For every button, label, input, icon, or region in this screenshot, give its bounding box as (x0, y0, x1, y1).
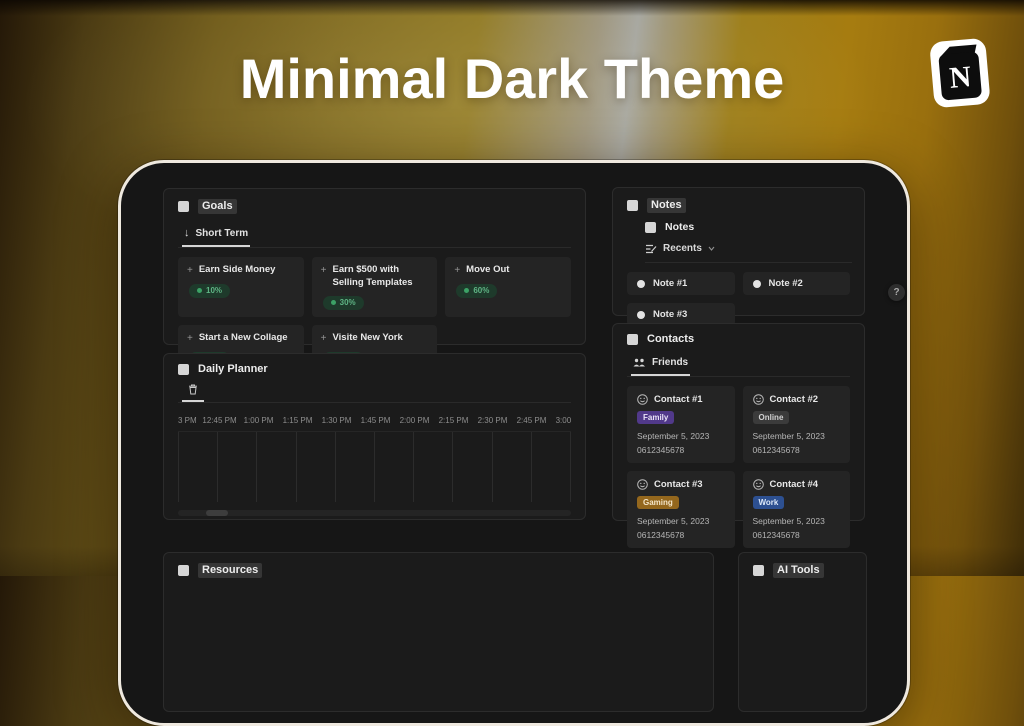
progress-badge: 60% (456, 284, 497, 298)
scrollbar-thumb[interactable] (206, 510, 228, 516)
tab-friends[interactable]: Friends (631, 357, 690, 376)
contacts-title: Contacts (647, 334, 694, 345)
page-title: Minimal Dark Theme (240, 46, 785, 111)
dot-icon (464, 288, 469, 293)
contact-card[interactable]: Contact #2 Online September 5, 2023 0612… (743, 386, 851, 463)
contact-name: Contact #2 (770, 394, 819, 405)
list-edit-icon (645, 244, 657, 254)
goals-panel: Goals ↓ Short Term +Earn Side Money 10% … (163, 188, 586, 345)
contact-phone: 0612345678 (637, 530, 725, 540)
contact-card[interactable]: Contact #4 Work September 5, 2023 061234… (743, 471, 851, 548)
note-label: Note #2 (769, 278, 803, 289)
goal-title: Earn Side Money (199, 264, 276, 278)
contact-phone: 0612345678 (637, 445, 725, 455)
notes-list-checkbox-icon[interactable] (645, 222, 656, 233)
contact-tag: Work (753, 496, 785, 509)
plus-icon: + (321, 332, 327, 346)
goal-title: Start a New Collage (199, 332, 288, 346)
notion-dashboard-tablet: Goals ↓ Short Term +Earn Side Money 10% … (118, 160, 910, 726)
goal-card[interactable]: + Move Out 60% (445, 257, 571, 317)
contact-tag: Gaming (637, 496, 679, 509)
contact-date: September 5, 2023 (753, 431, 841, 441)
tab-friends-label: Friends (652, 357, 688, 368)
plus-icon: + (454, 264, 460, 278)
goal-card[interactable]: + Earn Side Money 10% (178, 257, 304, 317)
notes-panel: Notes Notes Recents Note #1 Note #2 (612, 187, 865, 316)
contact-tag: Online (753, 411, 790, 424)
timeline-scrollbar[interactable] (178, 510, 571, 516)
timeline-labels: 3 PM 12:45 PM 1:00 PM 1:15 PM 1:30 PM 1:… (178, 416, 571, 425)
contact-name: Contact #1 (654, 394, 703, 405)
contact-name: Contact #4 (770, 479, 819, 490)
plus-icon: + (187, 264, 193, 278)
people-icon (633, 358, 646, 367)
notes-title: Notes (647, 198, 686, 213)
chevron-down-icon (708, 246, 715, 251)
ai-tools-panel: AI Tools (738, 552, 867, 712)
resources-panel: Resources (163, 552, 714, 712)
note-label: Note #3 (653, 309, 687, 320)
notes-view-selector[interactable]: Recents (645, 243, 852, 263)
contact-name: Contact #3 (654, 479, 703, 490)
smiley-icon (753, 479, 764, 490)
planner-checkbox-icon[interactable] (178, 364, 189, 375)
progress-badge: 10% (189, 284, 230, 298)
smiley-icon (753, 394, 764, 405)
plus-icon: + (321, 264, 327, 290)
contact-phone: 0612345678 (753, 445, 841, 455)
notion-logo-icon: N (926, 32, 994, 116)
contact-date: September 5, 2023 (753, 516, 841, 526)
timeline-grid (178, 431, 571, 502)
contact-phone: 0612345678 (753, 530, 841, 540)
dot-icon (331, 300, 336, 305)
plus-icon: + (187, 332, 193, 346)
progress-badge: 30% (323, 296, 364, 310)
planner-title: Daily Planner (198, 364, 268, 375)
trash-icon (188, 384, 198, 395)
dot-icon (197, 288, 202, 293)
smiley-icon (637, 479, 648, 490)
planner-view-tab[interactable] (182, 384, 204, 402)
goals-title: Goals (198, 199, 237, 214)
arrow-down-icon: ↓ (184, 228, 190, 239)
note-label: Note #1 (653, 278, 687, 289)
bullet-icon (753, 280, 761, 288)
svg-text:N: N (948, 60, 973, 95)
resources-checkbox-icon[interactable] (178, 565, 189, 576)
note-item[interactable]: Note #1 (627, 272, 735, 295)
goals-checkbox-icon[interactable] (178, 201, 189, 212)
bullet-icon (637, 280, 645, 288)
goal-title: Move Out (466, 264, 509, 278)
goal-title: Visite New York (333, 332, 403, 346)
contact-date: September 5, 2023 (637, 431, 725, 441)
contacts-panel: Contacts Friends (612, 323, 865, 521)
notes-view-label: Recents (663, 243, 702, 254)
note-item[interactable]: Note #2 (743, 272, 851, 295)
help-button[interactable]: ? (888, 284, 905, 301)
contacts-checkbox-icon[interactable] (627, 334, 638, 345)
tab-short-term[interactable]: ↓ Short Term (182, 228, 250, 247)
smiley-icon (637, 394, 648, 405)
contact-tag: Family (637, 411, 674, 424)
contact-date: September 5, 2023 (637, 516, 725, 526)
daily-planner-panel: Daily Planner 3 PM 12:45 PM 1:00 PM 1:15… (163, 353, 586, 520)
ai-tools-checkbox-icon[interactable] (753, 565, 764, 576)
notes-list-title: Notes (665, 222, 694, 233)
tab-short-term-label: Short Term (196, 228, 249, 239)
contact-card[interactable]: Contact #1 Family September 5, 2023 0612… (627, 386, 735, 463)
goal-title: Earn $500 with Selling Templates (333, 264, 429, 290)
goal-card[interactable]: +Earn $500 with Selling Templates 30% (312, 257, 438, 317)
notes-checkbox-icon[interactable] (627, 200, 638, 211)
bullet-icon (637, 311, 645, 319)
contact-card[interactable]: Contact #3 Gaming September 5, 2023 0612… (627, 471, 735, 548)
